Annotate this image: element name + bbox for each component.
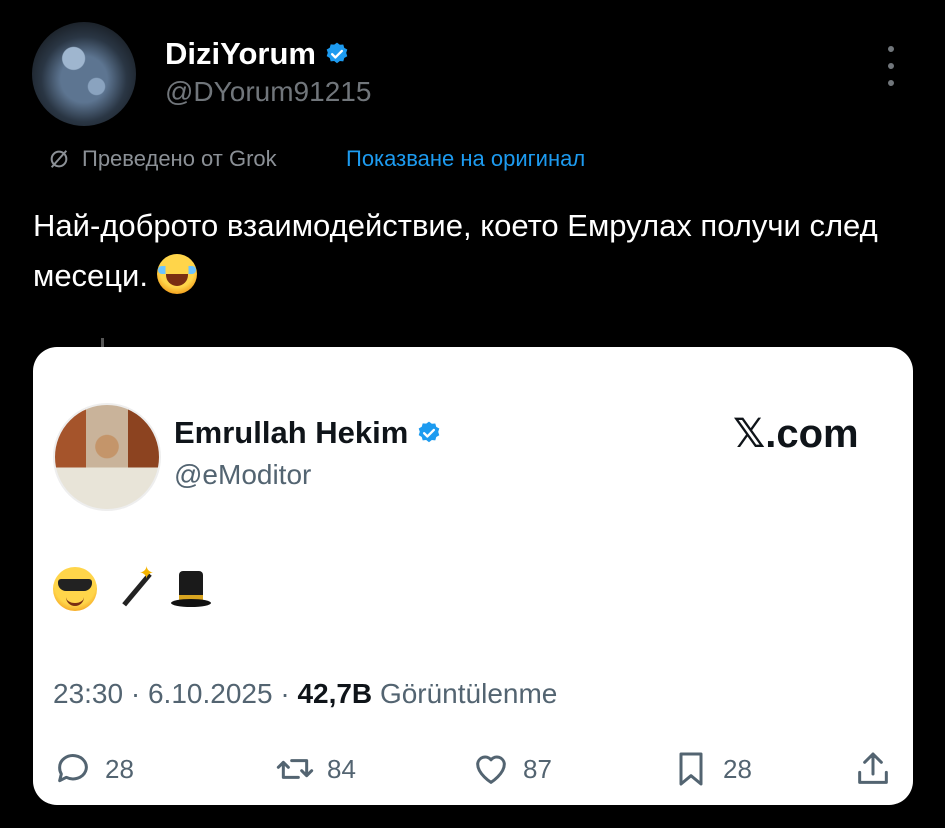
embedded-author-handle[interactable]: @eModitor [174, 459, 311, 491]
bookmark-icon [679, 752, 703, 786]
embedded-post-card[interactable]: Emrullah Hekim @eModitor 𝕏.com 23:30 · 6… [33, 347, 913, 805]
meta-separator: · [130, 678, 141, 709]
reply-button[interactable]: 28 [53, 749, 134, 789]
like-button[interactable]: 87 [471, 749, 552, 789]
repost-button[interactable]: 84 [275, 749, 356, 789]
heart-icon [476, 755, 506, 784]
embedded-author-name[interactable]: Emrullah Hekim [174, 415, 442, 451]
share-button[interactable] [853, 749, 893, 789]
post-date[interactable]: 6.10.2025 [148, 678, 273, 709]
more-options-icon[interactable] [876, 46, 906, 86]
bookmark-button[interactable]: 28 [671, 749, 752, 789]
magic-wand-emoji-icon [111, 563, 155, 611]
meta-separator: · [280, 678, 290, 709]
translation-label: Преведено от Grok [82, 146, 277, 171]
grok-icon [50, 150, 68, 168]
embedded-post-text [53, 563, 213, 611]
author-display-name[interactable]: DiziYorum [165, 36, 350, 72]
reply-count: 28 [105, 753, 134, 784]
embedded-author-avatar[interactable] [53, 403, 161, 511]
translation-info: Преведено от Grok [48, 146, 277, 172]
post-meta: 23:30 · 6.10.2025 · 42,7B Görüntülenme [53, 678, 557, 710]
embedded-author-name-text: Emrullah Hekim [174, 415, 409, 450]
tweet-text: Най-доброто взаимодействие, което Емрула… [33, 201, 893, 301]
views-count: 42,7B [297, 678, 373, 709]
repost-count: 84 [327, 753, 356, 784]
bookmark-count: 28 [723, 753, 752, 784]
post-time[interactable]: 23:30 [53, 678, 123, 709]
x-com-logo: 𝕏.com [733, 412, 859, 456]
top-hat-emoji-icon [169, 567, 213, 611]
views-label: Görüntülenme [379, 678, 558, 709]
show-original-link[interactable]: Показване на оригинал [346, 146, 585, 172]
repost-icon [276, 759, 314, 779]
reply-icon [58, 754, 88, 783]
author-name-text: DiziYorum [165, 36, 316, 71]
author-handle[interactable]: @DYorum91215 [165, 76, 371, 108]
verified-badge-icon [326, 42, 348, 64]
embedded-verified-badge-icon [419, 421, 440, 443]
like-count: 87 [523, 753, 552, 784]
author-avatar[interactable] [32, 22, 136, 126]
share-icon [858, 752, 888, 784]
sunglasses-face-emoji-icon [53, 567, 97, 611]
laughing-tears-emoji-icon [156, 254, 197, 294]
action-bar: 28 84 87 28 [53, 749, 893, 791]
